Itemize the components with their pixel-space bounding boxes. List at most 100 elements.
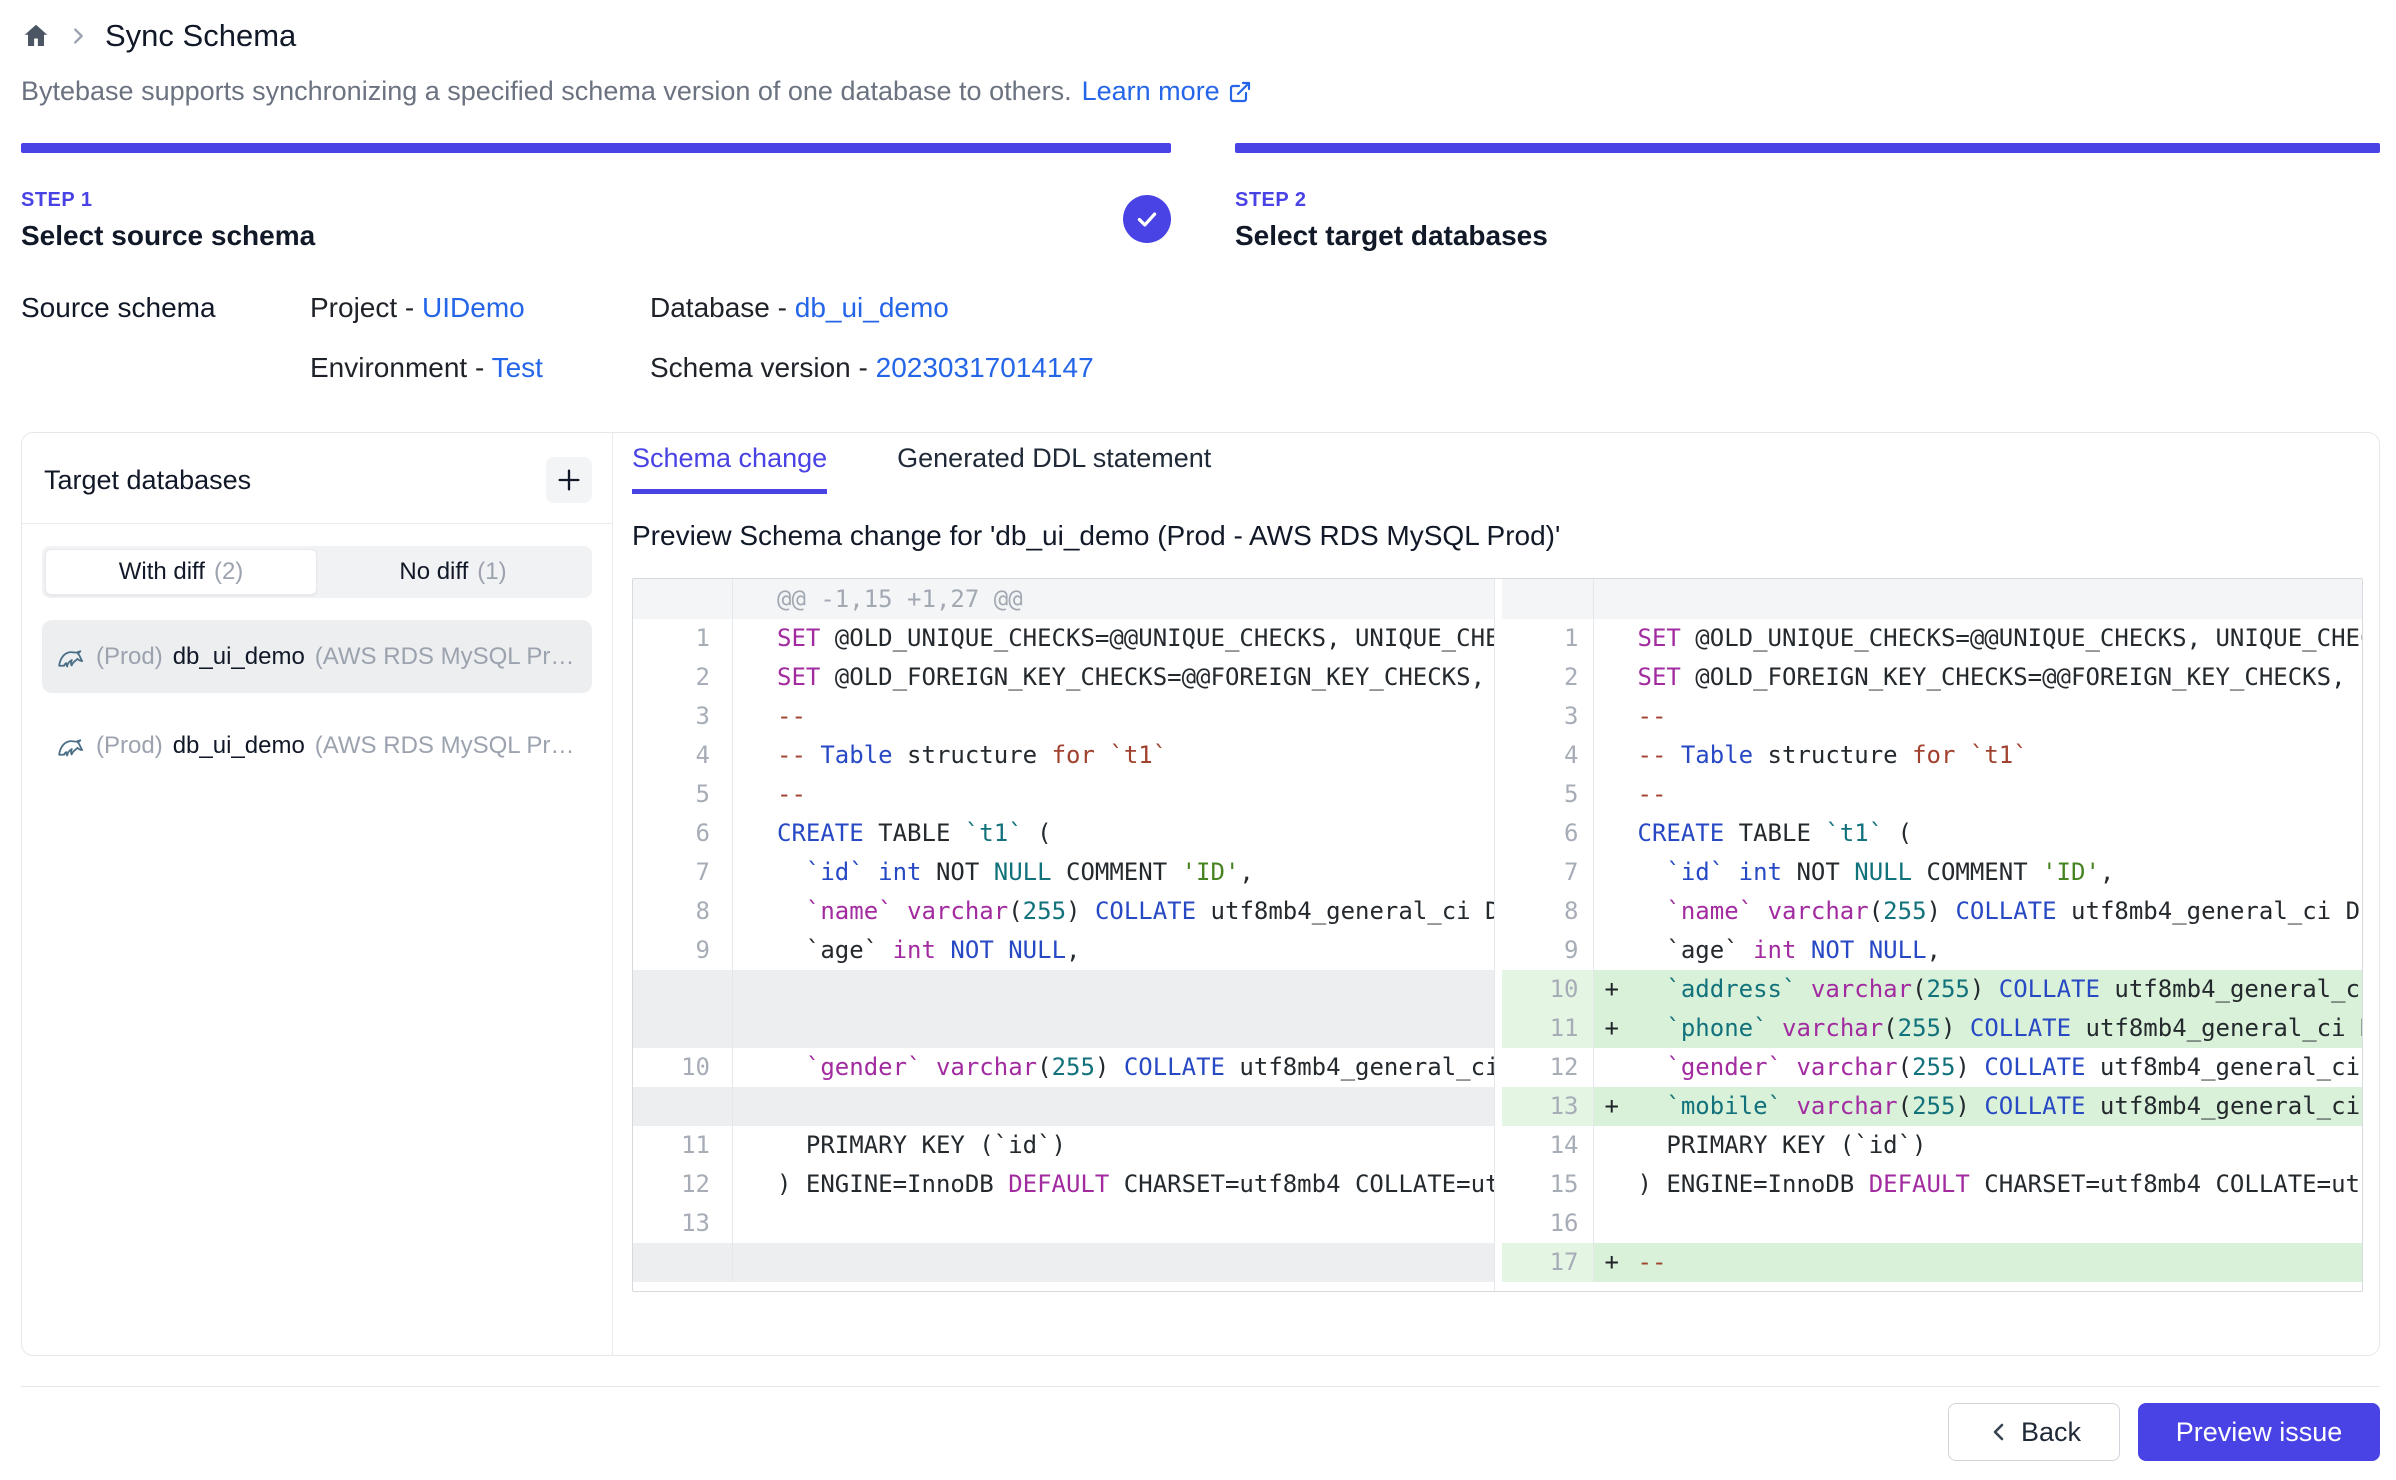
- database-name: db_ui_demo: [173, 732, 305, 760]
- line-number: 7: [633, 853, 733, 892]
- source-project: Project - UIDemo: [310, 292, 650, 324]
- diff-row: 12) ENGINE=InnoDB DEFAULT CHARSET=utf8mb…: [633, 1165, 1494, 1204]
- code-line: CREATE TABLE `t1` (: [733, 814, 1494, 853]
- line-number: 8: [633, 892, 733, 931]
- line-number: 13: [633, 1204, 733, 1243]
- line-number: 13: [1502, 1087, 1594, 1126]
- line-number: 9: [633, 931, 733, 970]
- diff-row: 12 `gender` varchar(255) COLLATE utf8mb4…: [1502, 1048, 2363, 1087]
- step-1-progress-bar: [21, 143, 1171, 153]
- target-databases-title: Target databases: [44, 465, 251, 496]
- diff-row: 11+ `phone` varchar(255) COLLATE utf8mb4…: [1502, 1009, 2363, 1048]
- diff-row: 1SET @OLD_UNIQUE_CHECKS=@@UNIQUE_CHECKS,…: [633, 619, 1494, 658]
- step-2: STEP 2 Select target databases: [1235, 143, 2380, 252]
- schema-version-link[interactable]: 20230317014147: [876, 352, 1094, 383]
- database-list-item[interactable]: (Prod) db_ui_demo (AWS RDS MySQL Prod 2): [42, 709, 592, 782]
- diff-row: 10+ `address` varchar(255) COLLATE utf8m…: [1502, 970, 2363, 1009]
- source-schema-version: Schema version - 20230317014147: [650, 352, 2380, 384]
- diff-pane-source: @@ -1,15 +1,27 @@1SET @OLD_UNIQUE_CHECKS…: [633, 579, 1494, 1291]
- diff-row: 10 `gender` varchar(255) COLLATE utf8mb4…: [633, 1048, 1494, 1087]
- code-line: [733, 1243, 1494, 1282]
- code-line: SET @OLD_FOREIGN_KEY_CHECKS=@@FOREIGN_KE…: [1594, 658, 2363, 697]
- tab-with-diff[interactable]: With diff (2): [45, 549, 317, 595]
- diff-row: 2SET @OLD_FOREIGN_KEY_CHECKS=@@FOREIGN_K…: [633, 658, 1494, 697]
- diff-pane-divider: [1494, 579, 1502, 1291]
- wizard-steps: STEP 1 Select source schema STEP 2 Selec…: [21, 143, 2380, 252]
- line-number: [1502, 579, 1594, 619]
- tab-no-diff[interactable]: No diff (1): [317, 549, 589, 595]
- diff-row: [1502, 579, 2363, 619]
- diff-row: 3--: [633, 697, 1494, 736]
- step-2-title: Select target databases: [1235, 220, 2380, 252]
- step-1: STEP 1 Select source schema: [21, 143, 1171, 252]
- line-number: 4: [633, 736, 733, 775]
- source-database: Database - db_ui_demo: [650, 292, 2380, 324]
- description-text: Bytebase supports synchronizing a specif…: [21, 76, 1072, 107]
- line-number: [633, 579, 733, 619]
- step-1-title: Select source schema: [21, 220, 1171, 252]
- code-line: `name` varchar(255) COLLATE utf8mb4_gene…: [733, 892, 1494, 931]
- tab-generated-ddl[interactable]: Generated DDL statement: [897, 443, 1211, 494]
- diff-row: 7 `id` int NOT NULL COMMENT 'ID',: [1502, 853, 2363, 892]
- code-line: + `address` varchar(255) COLLATE utf8mb4…: [1594, 970, 2363, 1009]
- line-number: 9: [1502, 931, 1594, 970]
- database-instance: (AWS RDS MySQL Prod): [315, 643, 578, 671]
- line-number: 5: [1502, 775, 1594, 814]
- code-line: SET @OLD_UNIQUE_CHECKS=@@UNIQUE_CHECKS, …: [733, 619, 1494, 658]
- line-number: [633, 970, 733, 1009]
- step-1-complete-check-icon: [1123, 195, 1171, 243]
- line-number: 17: [1502, 1243, 1594, 1282]
- line-number: 5: [633, 775, 733, 814]
- line-number: [633, 1087, 733, 1126]
- code-line: `gender` varchar(255) COLLATE utf8mb4_ge…: [1594, 1048, 2363, 1087]
- database-environment: (Prod): [96, 732, 163, 760]
- add-target-database-button[interactable]: [546, 457, 592, 503]
- footer-divider: [21, 1386, 2380, 1387]
- code-line: [1594, 1204, 2363, 1243]
- line-number: 12: [1502, 1048, 1594, 1087]
- diff-row: [633, 1087, 1494, 1126]
- breadcrumb: Sync Schema: [21, 0, 2380, 54]
- diff-row: 14 PRIMARY KEY (`id`): [1502, 1126, 2363, 1165]
- diff-pane-target: 1SET @OLD_UNIQUE_CHECKS=@@UNIQUE_CHECKS,…: [1502, 579, 2363, 1291]
- diff-row: 9 `age` int NOT NULL,: [1502, 931, 2363, 970]
- code-line: `id` int NOT NULL COMMENT 'ID',: [1594, 853, 2363, 892]
- database-instance: (AWS RDS MySQL Prod 2): [315, 732, 578, 760]
- plus-icon: [555, 466, 583, 494]
- database-name: db_ui_demo: [173, 643, 305, 671]
- environment-link[interactable]: Test: [492, 352, 543, 383]
- project-link[interactable]: UIDemo: [422, 292, 525, 323]
- code-line: CREATE TABLE `t1` (: [1594, 814, 2363, 853]
- back-button[interactable]: Back: [1948, 1403, 2120, 1461]
- preview-issue-button[interactable]: Preview issue: [2138, 1403, 2380, 1461]
- source-schema-summary: Source schema Project - UIDemo Database …: [21, 292, 2380, 384]
- sync-schema-page: Sync Schema Bytebase supports synchroniz…: [0, 0, 2396, 1480]
- diff-row: 9 `age` int NOT NULL,: [633, 931, 1494, 970]
- database-link[interactable]: db_ui_demo: [795, 292, 949, 323]
- line-number: 2: [633, 658, 733, 697]
- diff-row: 2SET @OLD_FOREIGN_KEY_CHECKS=@@FOREIGN_K…: [1502, 658, 2363, 697]
- line-number: [633, 1243, 733, 1282]
- added-line-marker: +: [1605, 970, 1619, 1009]
- code-line: `name` varchar(255) COLLATE utf8mb4_gene…: [1594, 892, 2363, 931]
- diff-row: 13+ `mobile` varchar(255) COLLATE utf8mb…: [1502, 1087, 2363, 1126]
- diff-row: 13: [633, 1204, 1494, 1243]
- code-line: [1594, 579, 2363, 619]
- code-line: PRIMARY KEY (`id`): [1594, 1126, 2363, 1165]
- code-line: + `phone` varchar(255) COLLATE utf8mb4_g…: [1594, 1009, 2363, 1048]
- line-number: 3: [633, 697, 733, 736]
- diff-row: 15) ENGINE=InnoDB DEFAULT CHARSET=utf8mb…: [1502, 1165, 2363, 1204]
- diff-row: [633, 1009, 1494, 1048]
- database-list-item[interactable]: (Prod)db_ui_demo(AWS RDS MySQL Prod): [42, 620, 592, 693]
- code-line: `id` int NOT NULL COMMENT 'ID',: [733, 853, 1494, 892]
- learn-more-link[interactable]: Learn more: [1082, 76, 1252, 107]
- diff-row: 8 `name` varchar(255) COLLATE utf8mb4_ge…: [1502, 892, 2363, 931]
- source-schema-label: Source schema: [21, 292, 310, 324]
- code-line: -- Table structure for `t1`: [1594, 736, 2363, 775]
- code-line: --: [733, 697, 1494, 736]
- home-icon[interactable]: [21, 21, 51, 51]
- code-line: `gender` varchar(255) COLLATE utf8mb4_ge…: [733, 1048, 1494, 1087]
- diff-row: [633, 970, 1494, 1009]
- diff-row: 11 PRIMARY KEY (`id`): [633, 1126, 1494, 1165]
- tab-schema-change[interactable]: Schema change: [632, 443, 827, 494]
